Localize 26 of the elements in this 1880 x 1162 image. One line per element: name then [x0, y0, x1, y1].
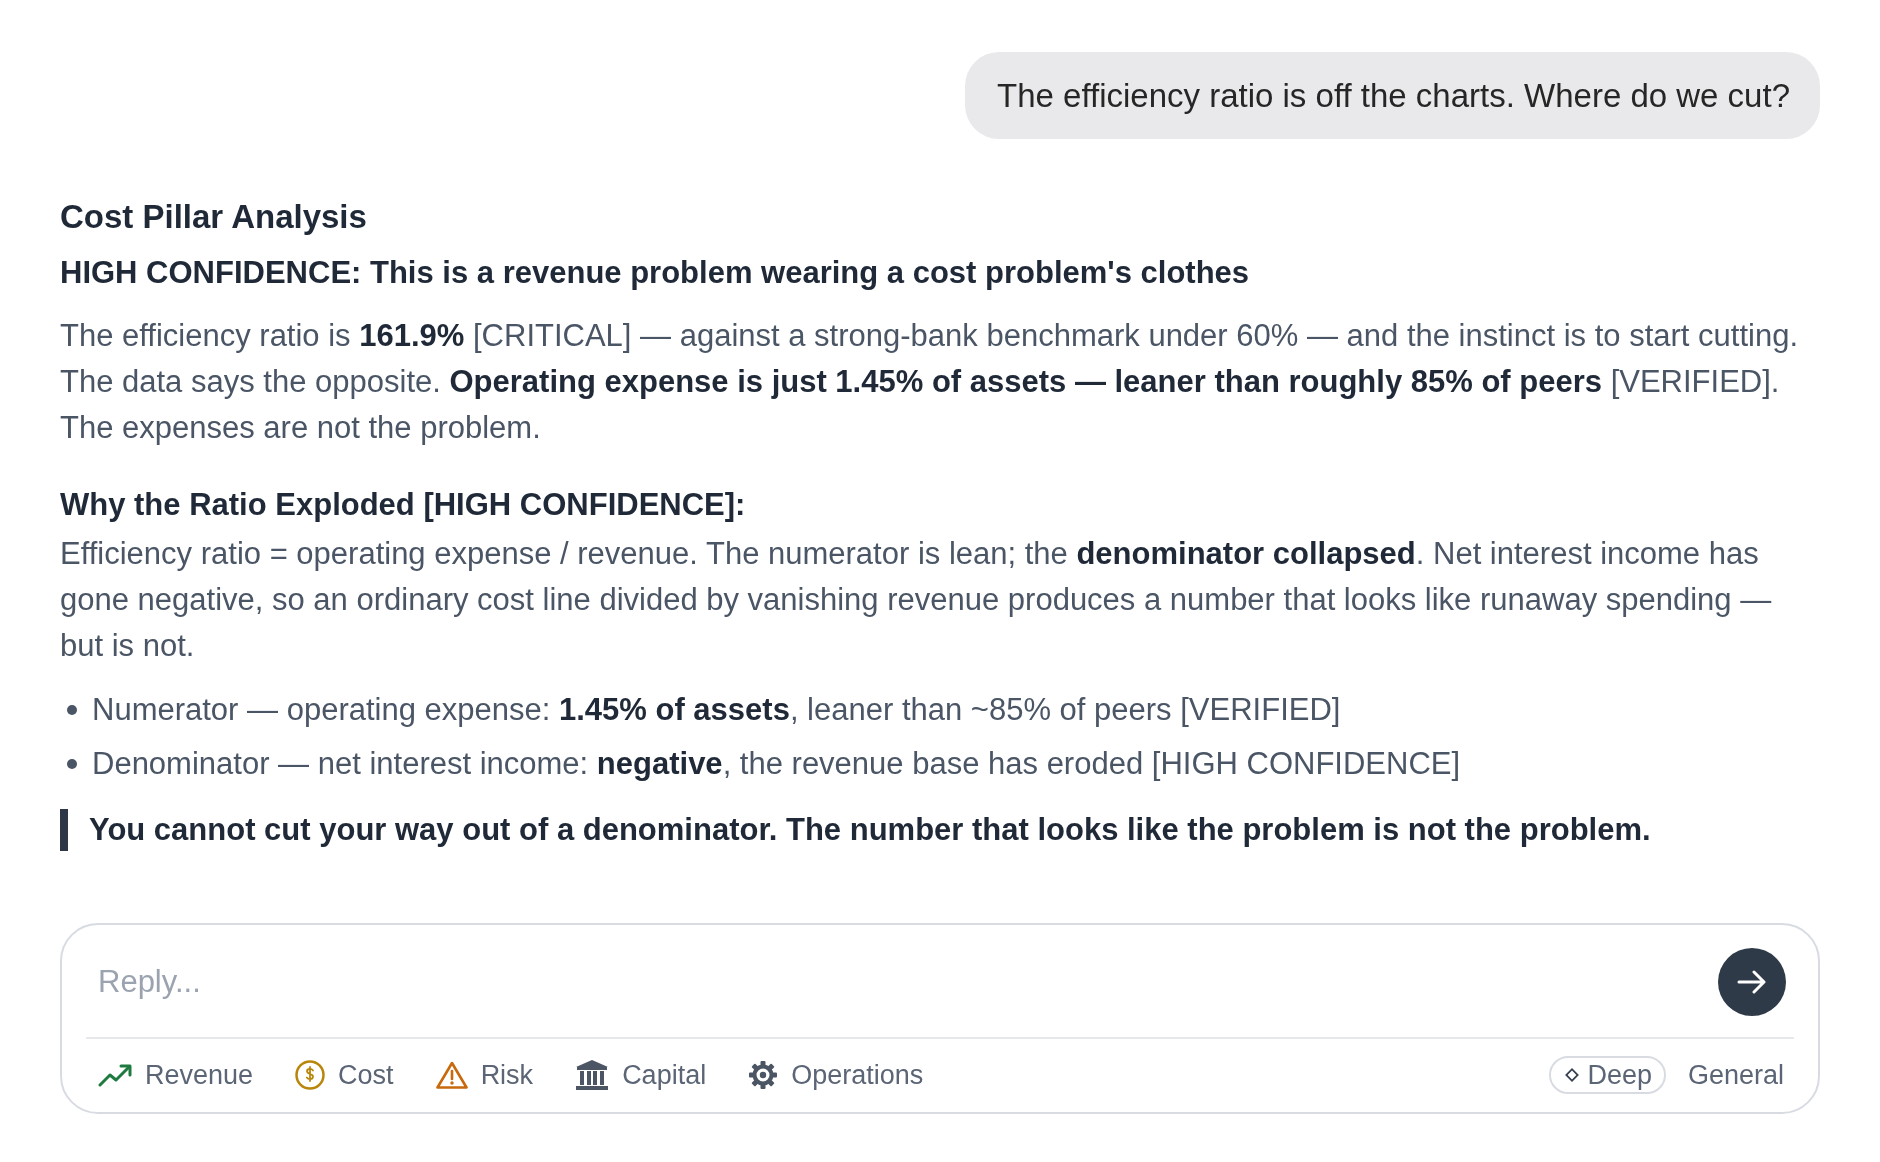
warning-icon	[435, 1061, 468, 1089]
depth-mode-button[interactable]: Deep	[1549, 1056, 1666, 1094]
pull-quote: You cannot cut your way out of a denominator. The number that looks like the problem is not the problem.	[60, 809, 1820, 851]
category-button[interactable]: Operations	[748, 1059, 924, 1091]
paragraph-text: The efficiency ratio is 161.9% [CRITICAL] — against a strong-bank benchmark under 60% — and the instinct is to start cutting. The data says the opposite. Operating expense is just 1.45% of assets — leaner than roughly 85% of peers [VERIFIED]. The expenses are not the problem.	[60, 317, 1799, 447]
paragraph-text: Efficiency ratio = operating expense / revenue. The numerator is lean; the denominator collapsed. Net interest income has gone negative, so an ordinary cost line divided by vanishing revenue produces a number that looks like runaway spending — but is not.	[60, 535, 1773, 665]
category-button[interactable]: Capital	[575, 1059, 707, 1091]
category-button[interactable]: Risk	[435, 1059, 534, 1091]
section-heading: Why the Ratio Exploded [HIGH CONFIDENCE]:	[60, 486, 747, 524]
response-title: Cost Pillar Analysis	[60, 197, 368, 237]
diamond-icon	[1565, 1068, 1580, 1082]
category-button[interactable]: Revenue	[98, 1059, 254, 1091]
headline-text: HIGH CONFIDENCE: This is a revenue problem wearing a cost problem's clothes	[60, 254, 1251, 292]
bullet-text: Numerator — operating expense: 1.45% of assets, leaner than ~85% of peers [VERIFIED]	[92, 691, 1341, 729]
bank-icon	[575, 1059, 610, 1091]
category-button[interactable]: Cost	[295, 1059, 394, 1091]
reply-input[interactable]: Reply...	[98, 959, 1718, 1005]
gear-icon	[748, 1060, 779, 1090]
scope-button[interactable]: General	[1687, 1059, 1784, 1091]
user-message: The efficiency ratio is off the charts. Where do we cut?	[965, 52, 1820, 139]
bullet-icon	[67, 759, 77, 769]
trend-up-icon	[98, 1063, 132, 1087]
bullet-icon	[67, 705, 77, 715]
dollar-coin-icon	[295, 1060, 326, 1090]
bullet-text: Denominator — net interest income: negative, the revenue base has eroded [HIGH CONFIDENCE]	[92, 745, 1461, 783]
arrow-right-icon	[1737, 970, 1767, 994]
